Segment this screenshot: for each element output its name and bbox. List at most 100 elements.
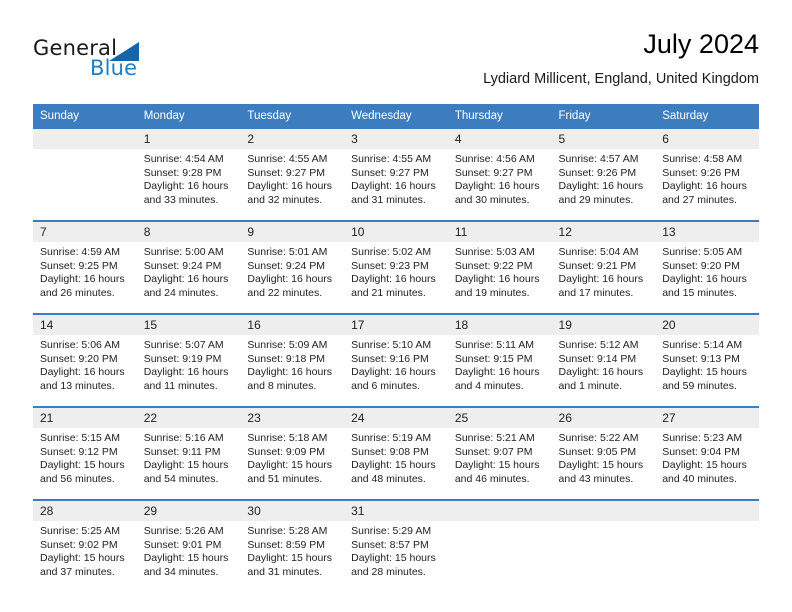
day-details-21[interactable]: Sunrise: 5:15 AM Sunset: 9:12 PM Daylight:… bbox=[33, 428, 137, 499]
detail-line: Sunset: 9:20 PM bbox=[662, 259, 740, 272]
day-number-7[interactable]: 7 bbox=[33, 222, 137, 242]
day-number-5[interactable]: 5 bbox=[551, 129, 656, 149]
day-number-13[interactable]: 13 bbox=[655, 222, 759, 242]
day-number-9[interactable]: 9 bbox=[240, 222, 345, 242]
day-details-23[interactable]: Sunrise: 5:18 AM Sunset: 9:09 PM Daylight:… bbox=[240, 428, 345, 499]
day-details-18[interactable]: Sunrise: 5:11 AM Sunset: 9:15 PM Daylight:… bbox=[447, 335, 552, 406]
detail-line: and 30 minutes. bbox=[454, 193, 530, 206]
day-details-14[interactable]: Sunrise: 5:06 AM Sunset: 9:20 PM Daylight:… bbox=[33, 335, 137, 406]
day-number-21[interactable]: 21 bbox=[33, 408, 137, 428]
day-number-16[interactable]: 16 bbox=[240, 315, 345, 335]
day-details-empty bbox=[551, 521, 656, 592]
day-details-8[interactable]: Sunrise: 5:00 AM Sunset: 9:24 PM Daylight:… bbox=[136, 242, 241, 313]
detail-line: Sunrise: 5:00 AM bbox=[143, 246, 224, 258]
detail-line: and 29 minutes. bbox=[558, 193, 634, 206]
day-details-12[interactable]: Sunrise: 5:04 AM Sunset: 9:21 PM Daylight:… bbox=[551, 242, 656, 313]
detail-line: Sunset: 9:04 PM bbox=[662, 445, 740, 458]
day-details-13[interactable]: Sunrise: 5:05 AM Sunset: 9:20 PM Daylight:… bbox=[655, 242, 759, 313]
detail-line: Sunset: 9:12 PM bbox=[40, 445, 118, 458]
detail-line: Sunset: 9:08 PM bbox=[351, 445, 429, 458]
day-details-29[interactable]: Sunrise: 5:26 AM Sunset: 9:01 PM Daylight:… bbox=[136, 521, 241, 592]
day-details-24[interactable]: Sunrise: 5:19 AM Sunset: 9:08 PM Daylight:… bbox=[344, 428, 448, 499]
detail-line: Daylight: 16 hours bbox=[351, 273, 436, 285]
day-number-17[interactable]: 17 bbox=[344, 315, 448, 335]
day-number-18[interactable]: 18 bbox=[447, 315, 552, 335]
detail-line: and 28 minutes. bbox=[351, 565, 426, 578]
day-number-empty bbox=[33, 129, 137, 149]
calendar-page: General Blue July 2024 Lydiard Millicent… bbox=[0, 0, 792, 612]
weekday-header-thursday: Thursday bbox=[447, 104, 552, 127]
day-details-11[interactable]: Sunrise: 5:03 AM Sunset: 9:22 PM Daylight:… bbox=[447, 242, 552, 313]
detail-line: Sunset: 9:27 PM bbox=[247, 166, 326, 179]
day-details-6[interactable]: Sunrise: 4:58 AM Sunset: 9:26 PM Daylight:… bbox=[655, 149, 759, 220]
day-details-4[interactable]: Sunrise: 4:56 AM Sunset: 9:27 PM Daylight:… bbox=[447, 149, 552, 220]
day-number-2[interactable]: 2 bbox=[240, 129, 345, 149]
weekday-header-friday: Friday bbox=[551, 104, 656, 127]
day-details-3[interactable]: Sunrise: 4:55 AM Sunset: 9:27 PM Daylight:… bbox=[344, 149, 448, 220]
day-number-26[interactable]: 26 bbox=[551, 408, 656, 428]
detail-line: and 17 minutes. bbox=[558, 286, 634, 299]
day-number-4[interactable]: 4 bbox=[447, 129, 552, 149]
day-details-19[interactable]: Sunrise: 5:12 AM Sunset: 9:14 PM Daylight:… bbox=[551, 335, 656, 406]
day-details-9[interactable]: Sunrise: 5:01 AM Sunset: 9:24 PM Daylight:… bbox=[240, 242, 345, 313]
day-details-1[interactable]: Sunrise: 4:54 AM Sunset: 9:28 PM Daylight:… bbox=[136, 149, 241, 220]
day-number-6[interactable]: 6 bbox=[655, 129, 759, 149]
day-details-28[interactable]: Sunrise: 5:25 AM Sunset: 9:02 PM Daylight:… bbox=[33, 521, 137, 592]
detail-line: and 46 minutes. bbox=[454, 472, 530, 485]
week-daynumber-row: 123456 bbox=[33, 129, 759, 149]
day-number-11[interactable]: 11 bbox=[447, 222, 552, 242]
day-number-14[interactable]: 14 bbox=[33, 315, 137, 335]
detail-line: Sunrise: 5:09 AM bbox=[247, 339, 328, 351]
day-details-16[interactable]: Sunrise: 5:09 AM Sunset: 9:18 PM Daylight:… bbox=[240, 335, 345, 406]
day-number-3[interactable]: 3 bbox=[344, 129, 448, 149]
detail-line: Sunrise: 4:55 AM bbox=[351, 153, 432, 165]
day-number-27[interactable]: 27 bbox=[655, 408, 759, 428]
weekday-header-monday: Monday bbox=[136, 104, 241, 127]
day-details-26[interactable]: Sunrise: 5:22 AM Sunset: 9:05 PM Daylight:… bbox=[551, 428, 656, 499]
detail-line: and 48 minutes. bbox=[351, 472, 426, 485]
day-number-29[interactable]: 29 bbox=[136, 501, 241, 521]
day-number-15[interactable]: 15 bbox=[136, 315, 241, 335]
day-details-2[interactable]: Sunrise: 4:55 AM Sunset: 9:27 PM Daylight:… bbox=[240, 149, 345, 220]
week-daynumber-row: 28 29 30 31 bbox=[33, 501, 759, 521]
day-details-15[interactable]: Sunrise: 5:07 AM Sunset: 9:19 PM Daylight:… bbox=[136, 335, 241, 406]
detail-line: Sunset: 9:11 PM bbox=[143, 445, 221, 458]
day-number-19[interactable]: 19 bbox=[551, 315, 656, 335]
day-details-17[interactable]: Sunrise: 5:10 AM Sunset: 9:16 PM Daylight:… bbox=[344, 335, 448, 406]
day-number-20[interactable]: 20 bbox=[655, 315, 759, 335]
detail-line: Sunrise: 4:54 AM bbox=[143, 153, 224, 165]
detail-line: and 26 minutes. bbox=[40, 286, 115, 299]
day-details-31[interactable]: Sunrise: 5:29 AM Sunset: 8:57 PM Daylight:… bbox=[344, 521, 448, 592]
detail-line: and 32 minutes. bbox=[247, 193, 323, 206]
day-number-28[interactable]: 28 bbox=[33, 501, 137, 521]
day-number-12[interactable]: 12 bbox=[551, 222, 656, 242]
detail-line: Daylight: 16 hours bbox=[558, 273, 644, 285]
day-number-24[interactable]: 24 bbox=[344, 408, 448, 428]
detail-line: Sunset: 9:24 PM bbox=[143, 259, 222, 272]
day-details-5[interactable]: Sunrise: 4:57 AM Sunset: 9:26 PM Daylight:… bbox=[551, 149, 656, 220]
day-number-23[interactable]: 23 bbox=[240, 408, 345, 428]
day-number-1[interactable]: 1 bbox=[136, 129, 241, 149]
day-number-31[interactable]: 31 bbox=[344, 501, 448, 521]
day-number-22[interactable]: 22 bbox=[136, 408, 241, 428]
day-details-30[interactable]: Sunrise: 5:28 AM Sunset: 8:59 PM Daylight:… bbox=[240, 521, 345, 592]
detail-line: Sunrise: 5:25 AM bbox=[40, 525, 120, 537]
day-number-10[interactable]: 10 bbox=[344, 222, 448, 242]
day-details-10[interactable]: Sunrise: 5:02 AM Sunset: 9:23 PM Daylight:… bbox=[344, 242, 448, 313]
day-details-empty bbox=[33, 149, 137, 220]
day-details-20[interactable]: Sunrise: 5:14 AM Sunset: 9:13 PM Daylight:… bbox=[655, 335, 759, 406]
detail-line: Daylight: 16 hours bbox=[454, 180, 540, 192]
day-details-22[interactable]: Sunrise: 5:16 AM Sunset: 9:11 PM Daylight:… bbox=[136, 428, 241, 499]
day-number-8[interactable]: 8 bbox=[136, 222, 241, 242]
day-details-27[interactable]: Sunrise: 5:23 AM Sunset: 9:04 PM Daylight:… bbox=[655, 428, 759, 499]
detail-line: and 8 minutes. bbox=[247, 379, 317, 392]
sunrise-sunset-calendar: Sunday Monday Tuesday Wednesday Thursday… bbox=[33, 104, 759, 592]
detail-line: and 24 minutes. bbox=[143, 286, 219, 299]
day-number-25[interactable]: 25 bbox=[447, 408, 552, 428]
detail-line: and 56 minutes. bbox=[40, 472, 115, 485]
day-details-25[interactable]: Sunrise: 5:21 AM Sunset: 9:07 PM Daylight:… bbox=[447, 428, 552, 499]
detail-line: Sunset: 9:28 PM bbox=[143, 166, 222, 179]
detail-line: and 54 minutes. bbox=[143, 472, 219, 485]
day-number-30[interactable]: 30 bbox=[240, 501, 345, 521]
day-details-7[interactable]: Sunrise: 4:59 AM Sunset: 9:25 PM Daylight:… bbox=[33, 242, 137, 313]
